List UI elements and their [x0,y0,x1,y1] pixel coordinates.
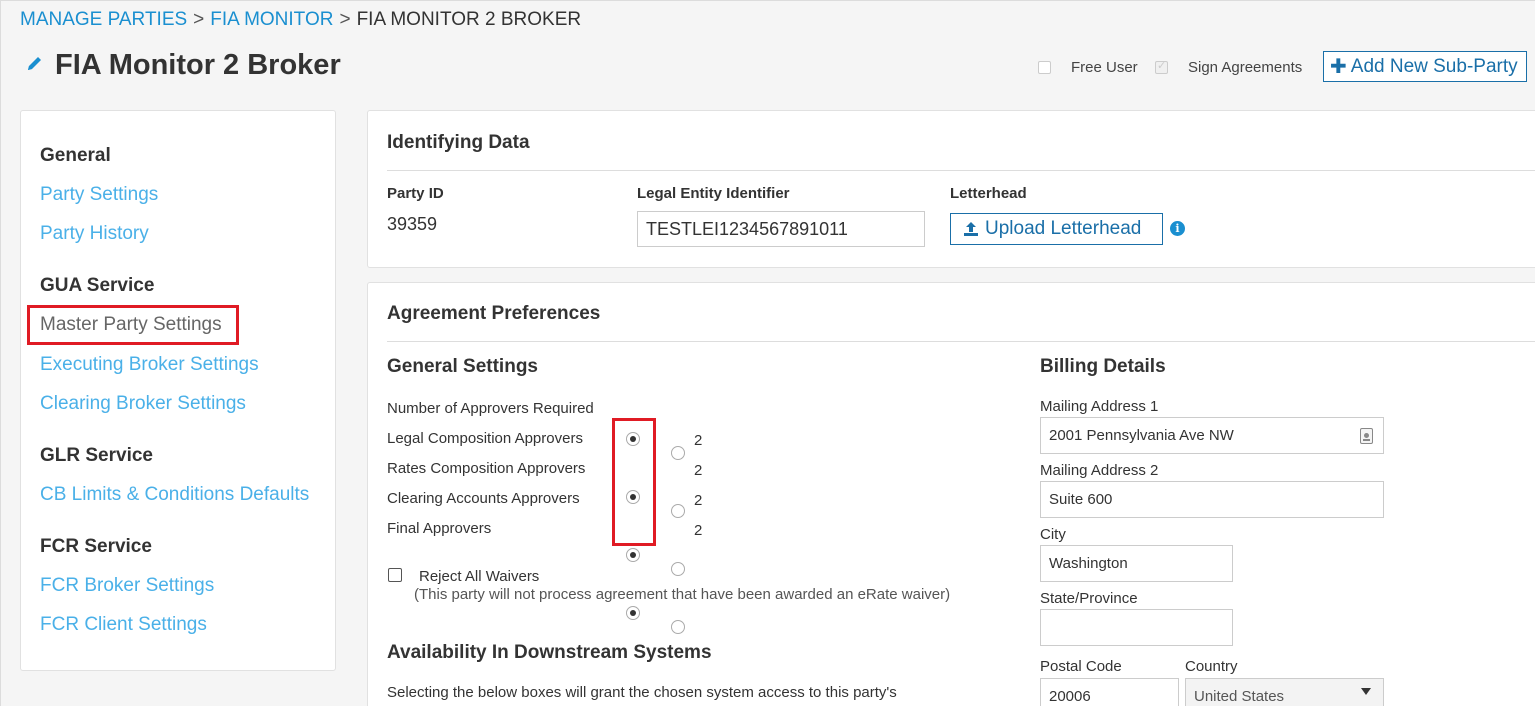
approver-option-2-label: 2 [694,492,703,509]
upload-letterhead-label: Upload Letterhead [985,218,1142,239]
approver-option-2-label: 2 [694,462,703,479]
downstream-text: Selecting the below boxes will grant the… [387,684,897,701]
general-settings-title: General Settings [387,356,538,377]
postal-code-input[interactable]: 20006 [1040,678,1179,706]
plus-icon: ✚ [1330,56,1347,78]
sidebar-item-party-settings[interactable]: Party Settings [40,184,158,206]
chevron-down-icon [1361,688,1371,695]
upload-icon [963,221,979,237]
page-header: FIA Monitor 2 Broker [25,49,341,82]
sidebar-heading-glr-service: GLR Service [40,445,153,466]
sidebar-item-party-history[interactable]: Party History [40,223,149,245]
sign-agreements-toggle[interactable]: Sign Agreements [1155,59,1302,76]
sidebar-item-cb-limits[interactable]: CB Limits & Conditions Defaults [40,484,309,506]
page-title: FIA Monitor 2 Broker [55,49,341,81]
mailing-address-2-label: Mailing Address 2 [1040,462,1159,479]
letterhead-label: Letterhead [950,185,1027,202]
free-user-checkbox[interactable] [1038,61,1051,74]
mailing-address-1-input[interactable]: 2001 Pennsylvania Ave NW [1040,417,1384,454]
state-input[interactable] [1040,609,1233,646]
add-sub-party-button[interactable]: ✚ Add New Sub-Party [1323,51,1527,82]
approvers-required-label: Number of Approvers Required [387,400,594,417]
contact-card-icon[interactable] [1360,428,1373,444]
reject-waivers-checkbox[interactable] [388,568,402,582]
billing-details-title: Billing Details [1040,356,1166,377]
downstream-title: Availability In Downstream Systems [387,642,712,663]
approver-radio-1[interactable] [626,606,640,620]
info-icon[interactable]: i [1170,221,1185,236]
approver-row-label: Legal Composition Approvers [387,430,583,447]
breadcrumb-manage-parties[interactable]: MANAGE PARTIES [20,9,187,30]
breadcrumb-current: FIA MONITOR 2 BROKER [356,9,582,30]
pencil-icon[interactable] [25,53,45,78]
approver-radio-2[interactable] [671,562,685,576]
free-user-label: Free User [1071,59,1138,76]
postal-code-label: Postal Code [1040,658,1122,675]
reject-waivers-note: (This party will not process agreement t… [414,586,951,603]
country-label: Country [1185,658,1238,675]
breadcrumb-separator: > [339,9,351,30]
breadcrumb-separator: > [193,9,205,30]
approver-option-2-label: 2 [694,522,703,539]
country-value: United States [1194,688,1285,705]
agreement-preferences-title: Agreement Preferences [387,303,601,324]
sidebar-item-fcr-broker-settings[interactable]: FCR Broker Settings [40,575,214,597]
sidebar-item-executing-broker-settings[interactable]: Executing Broker Settings [40,354,259,376]
identifying-data-title: Identifying Data [387,132,530,153]
sidebar-heading-general: General [40,145,111,166]
upload-letterhead-button[interactable]: Upload Letterhead [950,213,1163,245]
sidebar-heading-gua-service: GUA Service [40,275,155,296]
city-label: City [1040,526,1066,543]
approver-row-label: Final Approvers [387,520,492,537]
state-label: State/Province [1040,590,1138,607]
divider [387,341,1535,342]
highlight-box [612,418,656,546]
approver-radio-1[interactable] [626,548,640,562]
approver-row-label: Clearing Accounts Approvers [387,490,580,507]
add-sub-party-label: Add New Sub-Party [1350,55,1518,77]
lei-input[interactable]: TESTLEI1234567891011 [637,211,925,247]
breadcrumb: MANAGE PARTIES > FIA MONITOR > FIA MONITOR 2… [20,9,581,31]
free-user-toggle[interactable]: Free User [1038,59,1138,76]
breadcrumb-fia-monitor[interactable]: FIA MONITOR [210,9,333,30]
reject-waivers-label: Reject All Waivers [419,568,540,585]
sidebar-item-master-party-settings[interactable]: Master Party Settings [40,314,222,336]
mailing-address-1-label: Mailing Address 1 [1040,398,1159,415]
divider [387,170,1535,171]
sign-agreements-label: Sign Agreements [1188,59,1303,76]
party-id-value: 39359 [387,214,438,234]
country-select[interactable]: United States [1185,678,1384,706]
city-input[interactable]: Washington [1040,545,1233,582]
approver-row-label: Rates Composition Approvers [387,460,586,477]
mailing-address-1-value: 2001 Pennsylvania Ave NW [1049,427,1234,444]
approver-option-2-label: 2 [694,432,703,449]
sidebar-item-fcr-client-settings[interactable]: FCR Client Settings [40,614,207,636]
party-id-label: Party ID [387,185,444,202]
sidebar-heading-fcr-service: FCR Service [40,536,152,557]
sign-agreements-checkbox[interactable] [1155,59,1168,74]
approver-radio-2[interactable] [671,446,685,460]
lei-label: Legal Entity Identifier [637,185,790,202]
mailing-address-2-input[interactable]: Suite 600 [1040,481,1384,518]
approver-radio-2[interactable] [671,504,685,518]
approver-radio-2[interactable] [671,620,685,634]
sidebar-item-clearing-broker-settings[interactable]: Clearing Broker Settings [40,393,246,415]
